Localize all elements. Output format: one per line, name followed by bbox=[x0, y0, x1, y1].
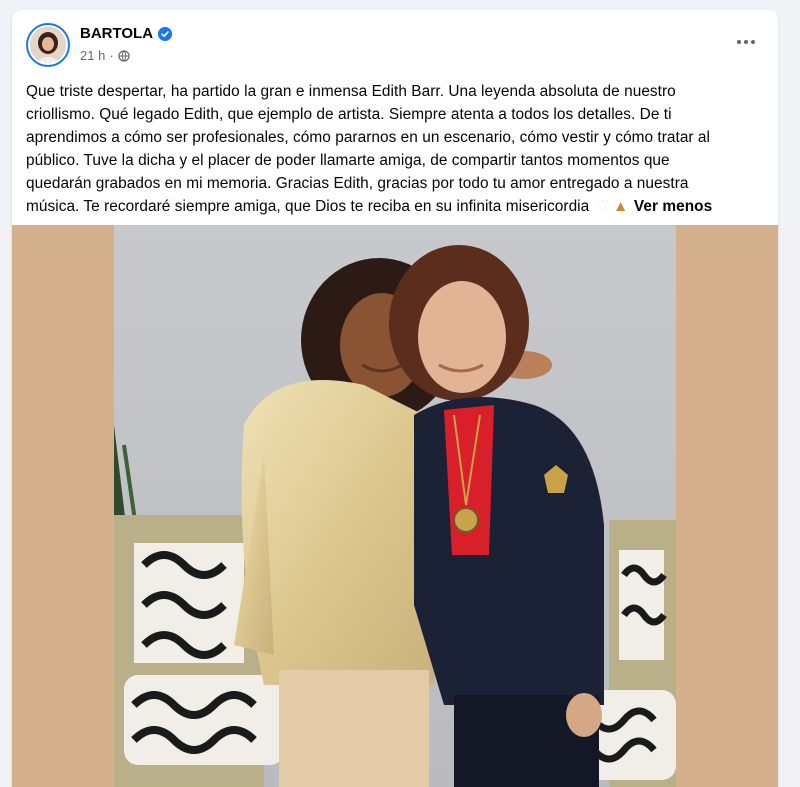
author-name[interactable]: BARTOLA bbox=[80, 25, 153, 42]
globe-icon[interactable] bbox=[118, 49, 130, 62]
post-text-line: quedarán grabados en mi memoria. Gracias… bbox=[26, 175, 689, 192]
more-options-icon[interactable] bbox=[732, 30, 760, 54]
post-card: BARTOLA 21 h · Que triste despertar, ha … bbox=[12, 10, 778, 787]
post-text-line: público. Tuve la dicha y el placer de po… bbox=[26, 152, 670, 169]
avatar-image bbox=[30, 27, 66, 63]
white-heart-icon: ♡ bbox=[595, 198, 610, 215]
post-header: BARTOLA 21 h · bbox=[12, 10, 778, 74]
post-text-line: criollismo. Qué legado Edith, que ejempl… bbox=[26, 106, 672, 123]
post-photo[interactable] bbox=[114, 225, 676, 787]
post-text-line: aprendimos a cómo ser profesionales, cóm… bbox=[26, 129, 711, 146]
author-avatar[interactable] bbox=[26, 23, 70, 67]
see-less-link[interactable]: Ver menos bbox=[634, 198, 712, 215]
folded-hands-icon: ▲ bbox=[612, 198, 629, 215]
post-media[interactable] bbox=[12, 225, 778, 787]
post-text-line: Que triste despertar, ha partido la gran… bbox=[26, 83, 676, 100]
meta-separator: · bbox=[109, 48, 114, 63]
photo-illustration bbox=[114, 225, 676, 787]
post-timestamp[interactable]: 21 h bbox=[80, 48, 105, 63]
post-text-last-line: música. Te recordaré siempre amiga, que … bbox=[26, 195, 772, 218]
author-row: BARTOLA bbox=[80, 25, 173, 42]
post-meta: 21 h · bbox=[80, 48, 130, 63]
post-text-line: música. Te recordaré siempre amiga, que … bbox=[26, 198, 590, 215]
avatar-portrait-icon bbox=[30, 27, 66, 63]
post-text: Que triste despertar, ha partido la gran… bbox=[26, 80, 772, 218]
verified-badge-icon bbox=[158, 26, 173, 41]
